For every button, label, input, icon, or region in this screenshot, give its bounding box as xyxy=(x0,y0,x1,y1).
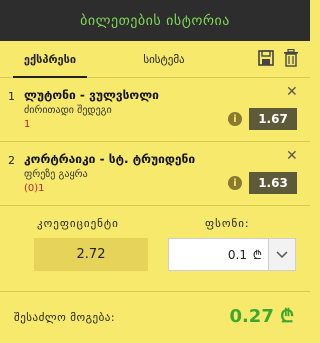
trash-icon[interactable] xyxy=(283,48,301,69)
coefficient-value: 2.72 xyxy=(34,238,148,271)
bet-odds: 1.63 xyxy=(249,172,297,194)
close-icon[interactable]: ✕ xyxy=(286,84,298,100)
bet-item: 2 კორტრაიკი - სტ. ტრუიდენი ფრეზე გაყრა (… xyxy=(0,142,310,206)
info-icon[interactable]: i xyxy=(228,176,242,190)
tab-bar: ექსპრესი სისტემა xyxy=(0,41,310,78)
bet-market: ფრეზე გაყრა xyxy=(24,169,88,180)
bet-pick: (0)1 xyxy=(24,183,45,194)
save-icon[interactable] xyxy=(257,49,275,69)
divider xyxy=(0,291,310,292)
coefficient-label: კოეფიციენტი xyxy=(37,217,119,230)
title-bar: ბილეთების ისტორია xyxy=(0,0,310,41)
stake-input[interactable]: 0.1 ₾ xyxy=(168,238,296,271)
tab-system[interactable]: სისტემა xyxy=(134,41,194,77)
stake-label: ფსონი: xyxy=(205,217,250,230)
possible-win-value: 0.27 ₾ xyxy=(229,306,294,327)
possible-win-label: შესაძლო მოგება: xyxy=(14,311,116,324)
currency-symbol: ₾ xyxy=(252,248,262,262)
bet-odds: 1.67 xyxy=(249,108,297,130)
bet-match: ლუტონი - ვულვსოლი xyxy=(24,88,159,102)
bet-match: კორტრაიკი - სტ. ტრუიდენი xyxy=(24,152,196,166)
bet-item: 1 ლუტონი - ვულვსოლი ძირითადი შედეგი 1 ✕ … xyxy=(0,78,310,142)
tab-express[interactable]: ექსპრესი xyxy=(13,41,87,78)
bet-pick: 1 xyxy=(24,119,31,130)
bet-market: ძირითადი შედეგი xyxy=(24,105,112,116)
info-icon[interactable]: i xyxy=(228,112,242,126)
close-icon[interactable]: ✕ xyxy=(286,148,298,164)
bet-index: 2 xyxy=(8,154,15,167)
bet-index: 1 xyxy=(8,90,15,103)
page-title: ბილეთების ისტორია xyxy=(80,12,230,29)
stake-value[interactable]: 0.1 xyxy=(228,239,247,270)
chevron-down-icon[interactable] xyxy=(268,239,295,270)
